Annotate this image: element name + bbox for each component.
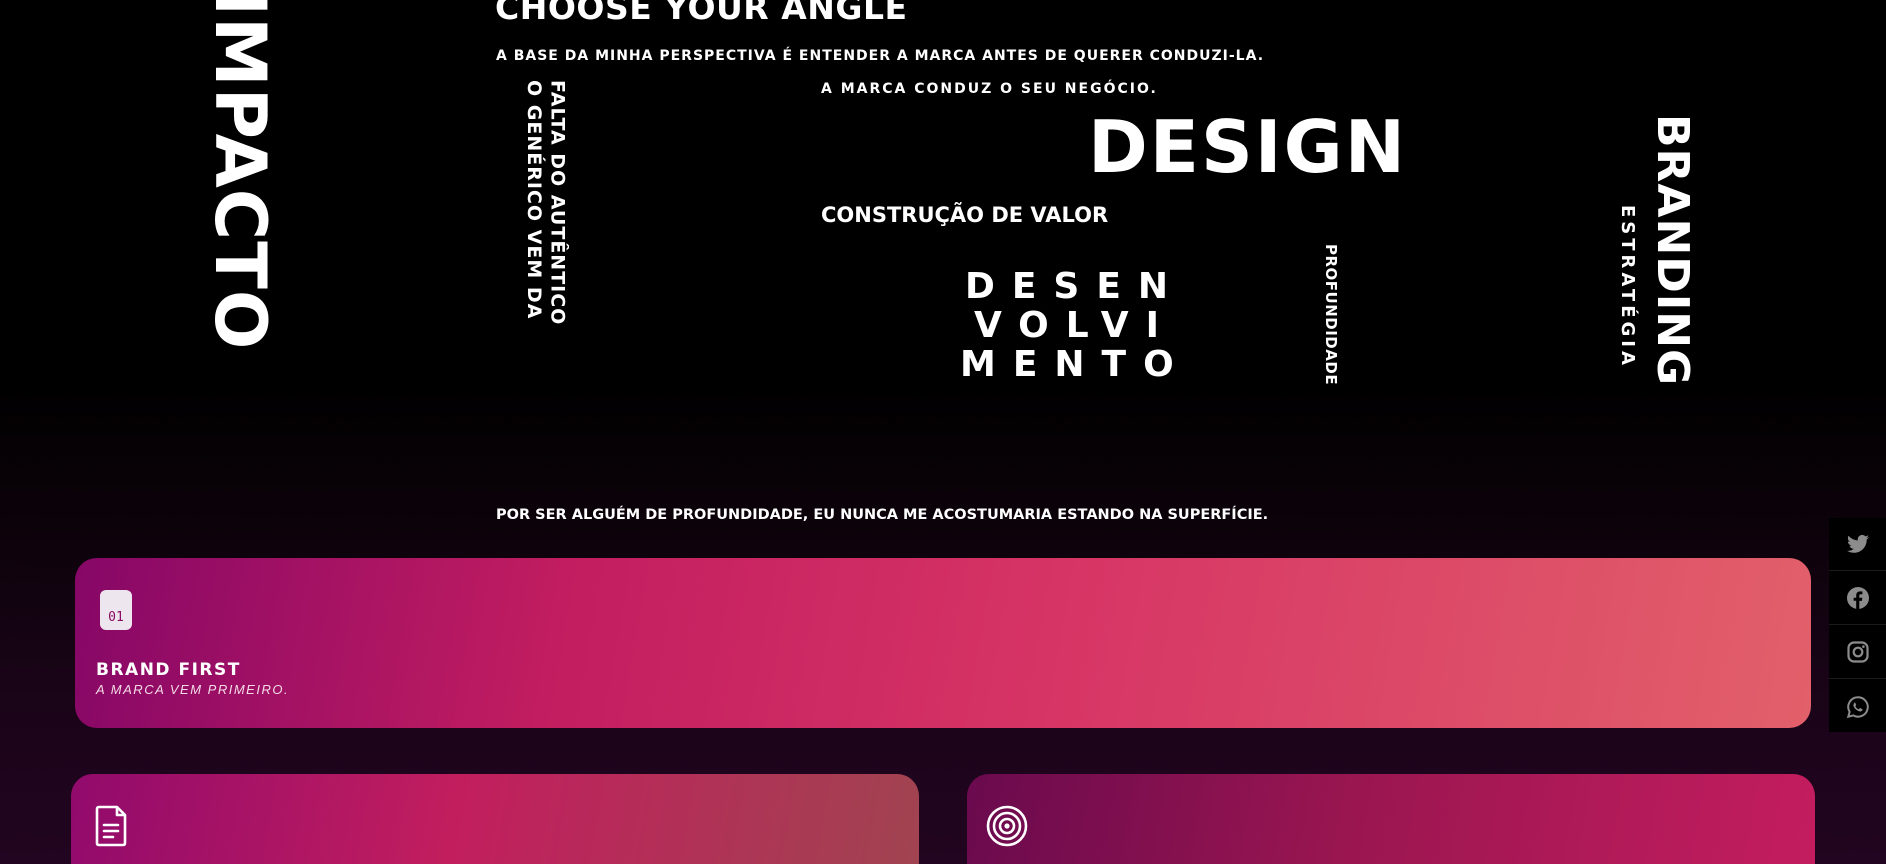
vertical-phrase-line-2: O GENÉRICO VEM DA	[522, 80, 545, 320]
estrategia-vertical: ESTRATÉGIA	[1617, 205, 1638, 369]
vertical-phrase-line-1: FALTA DO AUTÊNTICO	[546, 80, 569, 326]
facebook-icon	[1846, 587, 1869, 609]
desenvolvimento-line-3: MENTO	[960, 343, 1191, 385]
twitter-link[interactable]	[1829, 518, 1886, 571]
profundidade-quote: POR SER ALGUÉM DE PROFUNDIDADE, EU NUNCA…	[496, 507, 1269, 523]
target-icon	[986, 805, 1028, 847]
desenvolvimento-line-2: VOLVI	[973, 304, 1177, 346]
card-subtitle: A MARCA VEM PRIMEIRO.	[96, 682, 290, 697]
tagline: A MARCA CONDUZ O SEU NEGÓCIO.	[821, 81, 1158, 97]
impacto-vertical-heading: IMPACTO	[199, 0, 281, 351]
whatsapp-icon	[1846, 695, 1869, 718]
branding-vertical: BRANDING	[1647, 114, 1698, 387]
document-icon	[95, 805, 127, 847]
vertical-phrase: FALTA DO AUTÊNTICO O GENÉRICO VEM DA	[521, 80, 569, 325]
social-sidebar	[1829, 518, 1886, 732]
section-subtitle: A BASE DA MINHA PERSPECTIVA É ENTENDER A…	[496, 48, 1265, 64]
instagram-icon	[1846, 641, 1869, 663]
document-card[interactable]	[71, 774, 919, 864]
card-number: 01	[108, 610, 124, 625]
construction-label: CONSTRUÇÃO DE VALOR	[821, 203, 1109, 227]
card-number-badge: 01	[100, 590, 132, 630]
whatsapp-link[interactable]	[1829, 680, 1886, 733]
twitter-icon	[1846, 534, 1869, 553]
facebook-link[interactable]	[1829, 572, 1886, 625]
card-title: BRAND FIRST	[96, 660, 241, 680]
brand-first-card[interactable]: 01 BRAND FIRST A MARCA VEM PRIMEIRO.	[75, 558, 1811, 728]
section-title: CHOOSE YOUR ANGLE	[495, 0, 908, 27]
desenvolvimento-block: DESEN VOLVI MENTO	[960, 266, 1191, 385]
instagram-link[interactable]	[1829, 626, 1886, 679]
design-word: DESIGN	[1088, 105, 1407, 189]
desenvolvimento-line-1: DESEN	[964, 266, 1186, 307]
target-card[interactable]	[967, 774, 1815, 864]
profundidade-vertical: PROFUNDIDADE	[1322, 244, 1340, 386]
